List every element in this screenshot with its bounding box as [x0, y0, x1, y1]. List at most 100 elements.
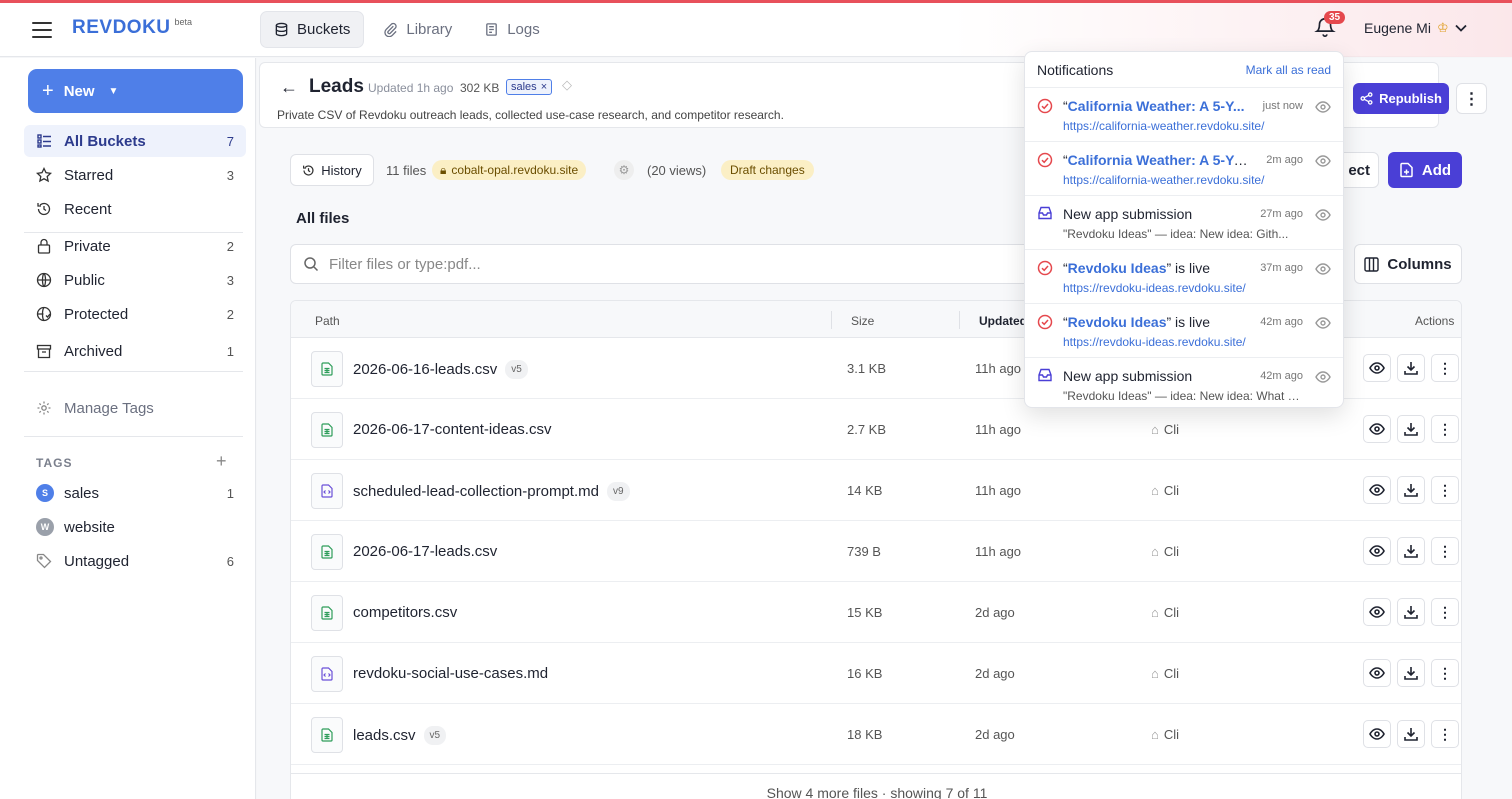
- table-row[interactable]: revdoku-social-use-cases.md 16 KB 2d ago ⌂ C…: [291, 643, 1461, 704]
- notification-subtext[interactable]: https://revdoku-ideas.revdoku.site/: [1063, 281, 1303, 295]
- table-row[interactable]: 2026-06-17-content-ideas.csv 2.7 KB 11h ag…: [291, 399, 1461, 460]
- sidebar-item-starred[interactable]: Starred 3: [24, 159, 246, 191]
- sidebar-tag-sales[interactable]: S sales 1: [24, 477, 246, 509]
- sidebar-item-all-buckets[interactable]: All Buckets 7: [24, 125, 246, 157]
- add-tag-icon[interactable]: +: [216, 451, 227, 472]
- more-options-icon[interactable]: ⋮: [1431, 415, 1459, 443]
- more-options-icon[interactable]: ⋮: [1431, 720, 1459, 748]
- notification-link[interactable]: Revdoku Ideas: [1068, 314, 1167, 330]
- table-row[interactable]: 2026-06-17-leads.csv 739 B 11h ago ⌂ Cli ⋮: [291, 521, 1461, 582]
- download-icon[interactable]: [1397, 537, 1425, 565]
- notification-subtext[interactable]: https://california-weather.revdoku.site/: [1063, 119, 1303, 133]
- view-eye-icon[interactable]: [1363, 598, 1391, 626]
- file-name-text: 2026-06-17-content-ideas.csv: [353, 421, 552, 438]
- sidebar-item-private[interactable]: Private 2: [24, 230, 246, 262]
- main-nav: Buckets Library Logs: [260, 11, 553, 48]
- notification-link[interactable]: California Weather: A 5-Y...: [1068, 98, 1245, 114]
- eye-icon[interactable]: [1315, 316, 1331, 329]
- table-row[interactable]: competitors.csv 15 KB 2d ago ⌂ Cli ⋮: [291, 582, 1461, 643]
- columns-icon: [1364, 256, 1380, 272]
- view-eye-icon[interactable]: [1363, 476, 1391, 504]
- more-options-icon[interactable]: ⋮: [1431, 354, 1459, 382]
- add-tag-icon[interactable]: ◇: [562, 77, 572, 93]
- notification-subtext[interactable]: https://revdoku-ideas.revdoku.site/: [1063, 335, 1303, 349]
- eye-icon[interactable]: [1315, 100, 1331, 113]
- back-arrow-icon[interactable]: ←: [280, 77, 298, 98]
- more-options-icon[interactable]: ⋮: [1431, 659, 1459, 687]
- all-files-breadcrumb[interactable]: All files: [296, 210, 349, 227]
- sidebar-tag-untagged[interactable]: Untagged 6: [24, 545, 246, 577]
- close-icon[interactable]: ×: [541, 81, 547, 93]
- eye-icon[interactable]: [1315, 208, 1331, 221]
- file-name[interactable]: scheduled-lead-collection-prompt.md v9: [353, 482, 630, 501]
- add-button[interactable]: Add: [1388, 152, 1462, 188]
- eye-icon[interactable]: [1315, 154, 1331, 167]
- file-name[interactable]: 2026-06-17-leads.csv: [353, 543, 497, 560]
- new-button[interactable]: + New ▼: [28, 69, 243, 113]
- download-icon[interactable]: [1397, 659, 1425, 687]
- file-name[interactable]: competitors.csv: [353, 604, 457, 621]
- show-more-files-button[interactable]: Show 4 more files · showing 7 of 11: [291, 773, 1461, 799]
- view-eye-icon[interactable]: [1363, 659, 1391, 687]
- more-options-icon[interactable]: ⋮: [1431, 537, 1459, 565]
- view-eye-icon[interactable]: [1363, 537, 1391, 565]
- bucket-domain[interactable]: 🔒︎ cobalt-opal.revdoku.site: [432, 160, 587, 180]
- gear-icon[interactable]: ⚙: [614, 160, 634, 180]
- download-icon[interactable]: [1397, 598, 1425, 626]
- sidebar-tag-website[interactable]: W website: [24, 511, 246, 543]
- file-name[interactable]: 2026-06-17-content-ideas.csv: [353, 421, 551, 438]
- sidebar-item-public[interactable]: Public 3: [24, 264, 246, 296]
- history-button[interactable]: History: [290, 154, 374, 186]
- view-eye-icon[interactable]: [1363, 354, 1391, 382]
- notification-link[interactable]: California Weather: A 5-Ye...: [1068, 152, 1249, 168]
- sidebar-item-recent[interactable]: Recent: [24, 193, 246, 225]
- notification-subtext[interactable]: https://california-weather.revdoku.site/: [1063, 173, 1303, 187]
- menu-icon[interactable]: [30, 19, 54, 41]
- files-count: 11 files: [386, 163, 427, 178]
- table-row[interactable]: scheduled-lead-collection-prompt.md v9 14 …: [291, 460, 1461, 521]
- download-icon[interactable]: [1397, 415, 1425, 443]
- sidebar-item-archived[interactable]: Archived 1: [24, 335, 246, 367]
- columns-button[interactable]: Columns: [1354, 244, 1462, 284]
- file-name[interactable]: 2026-06-16-leads.csv v5: [353, 360, 528, 379]
- notification-item[interactable]: New app submission 42m ago "Revdoku Ideas"…: [1025, 358, 1343, 407]
- tab-library[interactable]: Library: [370, 11, 465, 48]
- notification-item[interactable]: “Revdoku Ideas” is live 37m ago https://re…: [1025, 250, 1343, 304]
- republish-button[interactable]: Republish: [1353, 83, 1449, 114]
- mark-all-read-link[interactable]: Mark all as read: [1246, 63, 1331, 77]
- tab-logs[interactable]: Logs: [471, 11, 553, 48]
- notification-item[interactable]: “California Weather: A 5-Ye... 2m ago http…: [1025, 142, 1343, 196]
- view-eye-icon[interactable]: [1363, 720, 1391, 748]
- notification-item[interactable]: “Revdoku Ideas” is live 42m ago https://re…: [1025, 304, 1343, 358]
- filter-files-input[interactable]: [329, 255, 1009, 273]
- version-badge: v5: [505, 360, 528, 379]
- download-icon[interactable]: [1397, 720, 1425, 748]
- logo[interactable]: REVDOKU beta: [72, 17, 192, 39]
- file-size: 2.7 KB: [847, 422, 887, 437]
- manage-tags-link[interactable]: Manage Tags: [24, 392, 246, 424]
- more-options-icon[interactable]: ⋮: [1431, 476, 1459, 504]
- user-menu[interactable]: Eugene Mi ♔: [1364, 20, 1467, 36]
- column-header-updated[interactable]: Updated: [979, 314, 1027, 328]
- sidebar-item-protected[interactable]: Protected 2: [24, 298, 246, 330]
- download-icon[interactable]: [1397, 476, 1425, 504]
- table-row[interactable]: leads.csv v5 18 KB 2d ago ⌂ Cli ⋮: [291, 704, 1461, 765]
- eye-icon[interactable]: [1315, 370, 1331, 383]
- tab-buckets[interactable]: Buckets: [260, 11, 365, 48]
- share-icon: [1360, 92, 1373, 105]
- draft-changes-badge[interactable]: Draft changes: [721, 160, 814, 180]
- bucket-tag-chip[interactable]: sales ×: [506, 79, 553, 95]
- more-options-icon[interactable]: ⋮: [1456, 83, 1487, 114]
- column-header-size[interactable]: Size: [851, 314, 874, 328]
- notification-link[interactable]: Revdoku Ideas: [1068, 260, 1167, 276]
- eye-icon[interactable]: [1315, 262, 1331, 275]
- file-name[interactable]: revdoku-social-use-cases.md: [353, 665, 548, 682]
- notification-item[interactable]: New app submission 27m ago "Revdoku Ideas"…: [1025, 196, 1343, 250]
- view-eye-icon[interactable]: [1363, 415, 1391, 443]
- shield-globe-icon: [36, 306, 52, 322]
- file-name[interactable]: leads.csv v5: [353, 726, 447, 745]
- column-header-path[interactable]: Path: [315, 314, 340, 328]
- notification-item[interactable]: “California Weather: A 5-Y... just now htt…: [1025, 88, 1343, 142]
- more-options-icon[interactable]: ⋮: [1431, 598, 1459, 626]
- download-icon[interactable]: [1397, 354, 1425, 382]
